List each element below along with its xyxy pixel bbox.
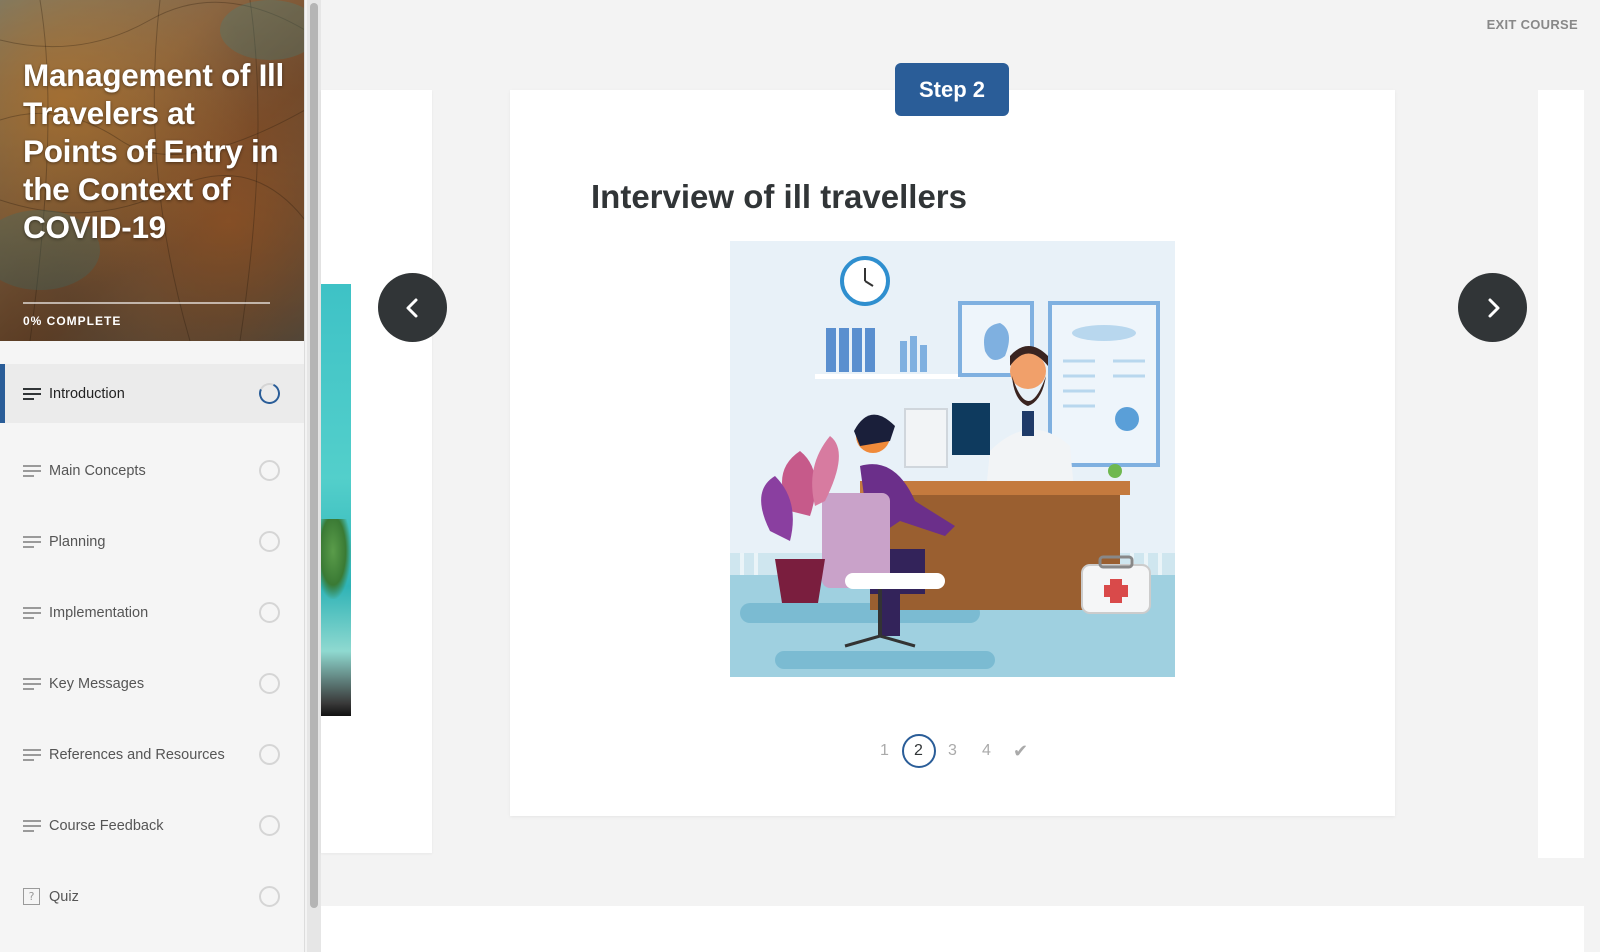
scrollbar-thumb[interactable] <box>310 3 318 908</box>
sidebar-item-main-concepts[interactable]: Main Concepts <box>0 435 304 506</box>
status-circle-icon <box>259 460 280 481</box>
exit-course-link[interactable]: EXIT COURSE <box>1487 17 1578 32</box>
page-4-button[interactable]: 4 <box>970 742 1004 760</box>
process-step-card: Interview of ill travellers 1 2 3 4 ✔ <box>510 90 1395 816</box>
lines-icon <box>23 819 41 833</box>
step-badge: Step 2 <box>895 63 1009 116</box>
course-header-image: Management of Ill Travelers at Points of… <box>0 0 304 341</box>
lines-icon <box>23 387 41 401</box>
in-progress-icon <box>256 380 283 407</box>
progress-bar <box>23 302 270 304</box>
status-circle-icon <box>259 531 280 552</box>
page-2-button[interactable]: 2 <box>901 734 936 768</box>
sidebar-item-label: Implementation <box>49 604 149 621</box>
sidebar-item-introduction[interactable]: Introduction <box>0 364 304 423</box>
doctor-interview-illustration <box>730 241 1175 677</box>
status-circle-icon <box>259 815 280 836</box>
status-circle-icon <box>259 744 280 765</box>
next-step-card <box>1538 90 1584 858</box>
chevron-right-icon <box>1488 298 1499 317</box>
page-1-button[interactable]: 1 <box>868 742 902 760</box>
sidebar-item-label: Quiz <box>49 888 79 905</box>
status-circle-icon <box>259 886 280 907</box>
chevron-left-icon <box>406 298 417 317</box>
status-circle-icon <box>259 602 280 623</box>
course-title: Management of Ill Travelers at Points of… <box>23 57 284 245</box>
sidebar-item-label: References and Resources <box>49 746 225 763</box>
checkmark-icon[interactable]: ✔ <box>1004 741 1038 762</box>
sidebar-item-quiz[interactable]: ? Quiz <box>0 861 304 932</box>
course-sidebar: Management of Ill Travelers at Points of… <box>0 0 305 952</box>
sidebar-item-label: Planning <box>49 533 106 550</box>
status-circle-icon <box>259 673 280 694</box>
lines-icon <box>23 748 41 762</box>
plant-image <box>321 519 351 599</box>
previous-step-button[interactable] <box>378 273 447 342</box>
lesson-menu: Introduction Main Concepts Planning Impl… <box>0 364 304 932</box>
sidebar-item-key-messages[interactable]: Key Messages <box>0 648 304 719</box>
content-block <box>321 906 1584 952</box>
lines-icon <box>23 677 41 691</box>
sidebar-item-planning[interactable]: Planning <box>0 506 304 577</box>
lines-icon <box>23 464 41 478</box>
step-title: Interview of ill travellers <box>591 178 967 215</box>
sidebar-item-label: Main Concepts <box>49 462 146 479</box>
previous-step-card <box>321 90 432 853</box>
sidebar-item-label: Course Feedback <box>49 817 164 834</box>
step-pagination: 1 2 3 4 ✔ <box>510 734 1395 768</box>
sidebar-item-label: Introduction <box>49 385 125 402</box>
previous-step-image <box>321 284 351 716</box>
sidebar-item-course-feedback[interactable]: Course Feedback <box>0 790 304 861</box>
sidebar-item-references[interactable]: References and Resources <box>0 719 304 790</box>
sidebar-item-implementation[interactable]: Implementation <box>0 577 304 648</box>
lines-icon <box>23 535 41 549</box>
progress-label: 0% COMPLETE <box>23 314 122 328</box>
sidebar-item-label: Key Messages <box>49 675 145 692</box>
sidebar-scrollbar[interactable] <box>307 0 321 952</box>
lines-icon <box>23 606 41 620</box>
page-3-button[interactable]: 3 <box>936 742 970 760</box>
quiz-icon: ? <box>23 888 40 905</box>
next-step-button[interactable] <box>1458 273 1527 342</box>
